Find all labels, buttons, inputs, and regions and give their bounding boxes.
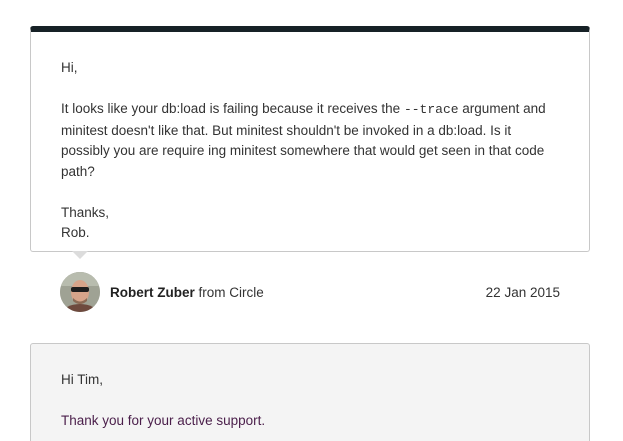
user-avatar-icon[interactable]	[60, 272, 100, 312]
author-text: Robert Zuber from Circle	[110, 285, 264, 300]
reply-message-card: Hi Tim, Thank you for your active suppor…	[30, 343, 590, 441]
author-name[interactable]: Robert Zuber	[110, 285, 195, 300]
code-argument: --trace	[403, 102, 459, 117]
message-body: Hi, It looks like your db:load is failin…	[31, 32, 589, 244]
reply-body: Hi Tim, Thank you for your active suppor…	[31, 344, 589, 431]
message-greeting: Hi,	[61, 60, 78, 75]
message-text-before-code: It looks like your db:load is failing be…	[61, 101, 404, 116]
speech-pointer	[72, 251, 88, 259]
message-date: 22 Jan 2015	[485, 284, 560, 300]
message-signature: Rob.	[61, 225, 90, 240]
message-author-row: Robert Zuber from Circle 22 Jan 2015	[60, 272, 560, 312]
author-company: from Circle	[194, 284, 264, 300]
message-paragraph: It looks like your db:load is failing be…	[61, 99, 559, 182]
message-signoff: Thanks,	[61, 204, 110, 220]
support-message-card: Hi, It looks like your db:load is failin…	[30, 26, 590, 252]
reply-greeting: Hi Tim,	[61, 372, 103, 387]
reply-line: Thank you for your active support.	[61, 412, 266, 428]
